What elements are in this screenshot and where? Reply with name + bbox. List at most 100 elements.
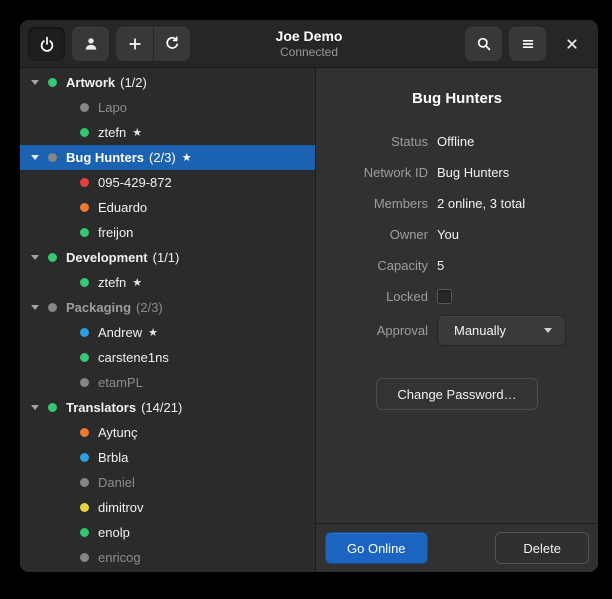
menu-icon	[520, 36, 536, 52]
headerbar-left	[28, 27, 190, 61]
status-dot	[80, 103, 89, 112]
status-dot	[48, 153, 57, 162]
member-row[interactable]: freijon	[20, 220, 315, 245]
member-row[interactable]: Daniel	[20, 470, 315, 495]
status-dot	[80, 228, 89, 237]
group-row[interactable]: Packaging (2/3)	[20, 295, 315, 320]
expander-icon[interactable]	[31, 305, 39, 310]
status-dot	[80, 553, 89, 562]
member-row[interactable]: enricog	[20, 545, 315, 570]
member-row[interactable]: ztefn ★	[20, 270, 315, 295]
delete-button[interactable]: Delete	[495, 532, 589, 564]
field-label: Network ID	[316, 165, 428, 180]
expander-icon[interactable]	[31, 255, 39, 260]
member-name: Daniel	[98, 475, 135, 490]
star-icon: ★	[148, 326, 158, 339]
detail-field: StatusOffline	[316, 126, 598, 157]
search-button[interactable]	[465, 27, 502, 61]
member-row[interactable]: Eduardo	[20, 195, 315, 220]
contacts-button[interactable]	[72, 27, 109, 61]
member-row[interactable]: 095-429-872	[20, 170, 315, 195]
member-row[interactable]: Aytunç	[20, 420, 315, 445]
field-label: Approval	[316, 323, 428, 338]
member-name: freijon	[98, 225, 133, 240]
network-details-panel: Bug Hunters StatusOffline Network ID Bug H…	[316, 68, 598, 572]
expander-icon[interactable]	[31, 405, 39, 410]
member-row[interactable]: Lapo	[20, 95, 315, 120]
member-row[interactable]: ztefn★	[20, 120, 315, 145]
field-value: Offline	[437, 134, 474, 149]
field-label: Members	[316, 196, 428, 211]
member-name: enricog	[98, 550, 141, 565]
member-name: Andrew	[98, 325, 142, 340]
field-value: 5	[437, 258, 444, 273]
member-row[interactable]: carstene1ns	[20, 345, 315, 370]
close-button[interactable]	[553, 27, 590, 61]
member-row[interactable]: Andrew ★	[20, 320, 315, 345]
close-icon	[564, 36, 580, 52]
power-button[interactable]	[28, 27, 65, 61]
status-dot	[80, 478, 89, 487]
group-row[interactable]: Bug Hunters(2/3)★	[20, 145, 315, 170]
status-dot	[80, 378, 89, 387]
group-name: Packaging	[66, 300, 131, 315]
group-name: Translators	[66, 400, 136, 415]
member-count: (1/1)	[153, 250, 180, 265]
member-name: Eduardo	[98, 200, 147, 215]
group-row[interactable]: Development(1/1)	[20, 245, 315, 270]
member-row[interactable]: enolp	[20, 520, 315, 545]
star-icon: ★	[132, 276, 142, 289]
status-dot	[80, 203, 89, 212]
member-name: ztefn	[98, 275, 126, 290]
detail-field: Members 2 online, 3 total	[316, 188, 598, 219]
status-dot	[48, 78, 57, 87]
field-value: 2 online, 3 total	[437, 196, 525, 211]
refresh-button[interactable]	[153, 27, 190, 61]
go-online-button[interactable]: Go Online	[325, 532, 428, 564]
status-dot	[80, 353, 89, 362]
group-row[interactable]: Translators (14/21)	[20, 395, 315, 420]
member-row[interactable]: etamPL	[20, 370, 315, 395]
member-count: (2/3)	[136, 300, 163, 315]
group-row[interactable]: Artwork(1/2)	[20, 70, 315, 95]
change-password-row: Change Password…	[316, 378, 598, 410]
member-name: ztefn	[98, 125, 126, 140]
change-password-button[interactable]: Change Password…	[376, 378, 537, 410]
action-bar: Go Online Delete	[316, 523, 598, 572]
main-content: Artwork(1/2) Lapo ztefn ★ Bug Hunters (2/3) ★ 0…	[20, 68, 598, 572]
member-count: (2/3)	[149, 150, 176, 165]
status-dot	[80, 278, 89, 287]
window-title: Joe Demo	[276, 27, 343, 45]
status-dot	[80, 503, 89, 512]
member-name: Brbla	[98, 450, 128, 465]
network-list[interactable]: Artwork(1/2)Lapoztefn★Bug Hunters(2/3)★0…	[20, 68, 316, 572]
star-icon: ★	[182, 151, 192, 164]
expander-icon[interactable]	[31, 155, 39, 160]
add-network-button[interactable]	[116, 27, 153, 61]
member-name: 095-429-872	[98, 175, 172, 190]
linked-buttons	[116, 27, 190, 61]
details-fields: StatusOffline Network ID Bug Hunters Member…	[316, 126, 598, 349]
menu-button[interactable]	[509, 27, 546, 61]
detail-field: Capacity5	[316, 250, 598, 281]
status-dot	[80, 428, 89, 437]
window-subtitle: Connected	[276, 45, 343, 60]
member-count: (14/21)	[141, 400, 182, 415]
group-name: Artwork	[66, 75, 115, 90]
locked-checkbox[interactable]	[437, 289, 452, 304]
expander-icon[interactable]	[31, 80, 39, 85]
panel-spacer	[316, 410, 598, 523]
member-name: enolp	[98, 525, 130, 540]
power-icon	[39, 36, 55, 52]
member-name: Lapo	[98, 100, 127, 115]
field-value: Bug Hunters	[437, 165, 509, 180]
member-row[interactable]: dimitrov	[20, 495, 315, 520]
status-dot	[80, 178, 89, 187]
member-name: dimitrov	[98, 500, 144, 515]
status-dot	[48, 403, 57, 412]
member-row[interactable]: Brbla	[20, 445, 315, 470]
status-dot	[48, 253, 57, 262]
detail-field: Locked	[316, 281, 598, 312]
detail-field: OwnerYou	[316, 219, 598, 250]
approval-dropdown[interactable]: Manually	[437, 315, 566, 346]
